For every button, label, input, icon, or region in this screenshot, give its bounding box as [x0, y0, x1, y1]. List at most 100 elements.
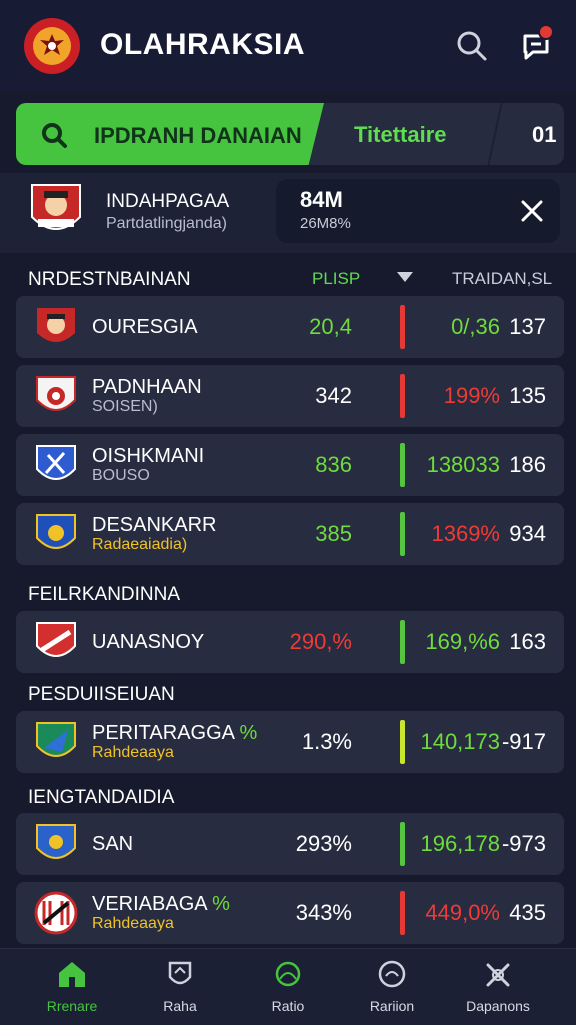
list-item[interactable]: PERITARAGGA % Rahdeaaya 1.3% 140,173 -91… [16, 711, 564, 773]
list-item[interactable]: VERIABAGA % Rahdeaaya 343% 449,0% 435 [16, 882, 564, 944]
garuda-icon [40, 34, 64, 55]
team-sub: Rahdeaaya [92, 744, 174, 761]
section-title: NRDESTNBAINAN [28, 269, 191, 290]
team-num: 435 [509, 900, 546, 925]
team-score: 1.3% [301, 729, 352, 754]
nav-home[interactable]: Rrenare [24, 959, 120, 1014]
section-title: FEILRKANDINNA [28, 584, 181, 605]
nav-rariion[interactable]: Rariion [344, 959, 440, 1014]
home-icon [59, 962, 85, 987]
team-name-suffix: % [239, 722, 258, 744]
search-button[interactable] [452, 26, 492, 66]
trend-bar [400, 822, 405, 866]
team-num: 137 [509, 314, 546, 339]
team-num: 186 [509, 452, 546, 477]
trend-bar [400, 374, 405, 418]
team-pct: 0/,36 [451, 314, 500, 339]
sort-chevron-icon[interactable] [396, 271, 414, 283]
tab-third[interactable]: 01 [532, 122, 556, 148]
team-pct: 140,173 [420, 729, 500, 754]
nav-label: Dapanons [466, 998, 530, 1014]
list-item[interactable]: PADNHAAN SOISEN) 342 199% 135 [16, 365, 564, 427]
team-crest-icon [36, 376, 76, 411]
list-item[interactable]: OISHKMANI BOUSO 836 138033 186 [16, 434, 564, 496]
list-item[interactable]: SAN 293% 196,178 -973 [16, 813, 564, 875]
search-icon [42, 123, 67, 148]
app-title: OLAHRAKSIA [100, 28, 305, 61]
list-item[interactable]: UANASNOY 290,% 169,%6 163 [16, 611, 564, 673]
trend-bar [400, 720, 405, 764]
featured-card[interactable]: INDAHPAGAA Partdatlingjanda) 84M 26M8% [0, 173, 576, 253]
tab-label: IPDRANH DANAIAN [94, 123, 302, 148]
team-pct: 449,0% [425, 900, 500, 925]
team-crest-icon [31, 184, 81, 230]
nav-ratio[interactable]: Ratio [240, 959, 336, 1014]
trend-bar [400, 305, 405, 349]
team-name: VERIABAGA % [92, 893, 230, 916]
team-crest-icon [36, 824, 76, 859]
team-score: 342 [315, 383, 352, 408]
list-item[interactable]: DESANKARR Radaeaiadia) 385 1369% 934 [16, 503, 564, 565]
search-icon [457, 31, 487, 61]
trend-bar [400, 891, 405, 935]
team-name-text: PERITARAGGA [92, 722, 234, 744]
team-sub: BOUSO [92, 467, 150, 484]
team-name: SAN [92, 833, 134, 855]
team-score: 343% [295, 900, 352, 925]
team-name: PERITARAGGA % [92, 722, 257, 745]
team-name: DESANKARR [92, 514, 217, 536]
team-sub: Radaeaiadia) [92, 536, 188, 553]
nav-label: Ratio [271, 998, 305, 1014]
trend-bar [400, 512, 405, 556]
team-name-text: VERIABAGA [92, 893, 207, 915]
nav-dapanons[interactable]: Dapanons [450, 959, 546, 1014]
close-button[interactable] [516, 195, 548, 227]
team-pct: 1369% [431, 521, 500, 546]
team-num: -973 [501, 831, 546, 856]
team-crest-icon [37, 308, 75, 342]
crossed-icon [486, 963, 510, 987]
team-name: PADNHAAN [92, 376, 202, 398]
team-score: 836 [315, 452, 352, 477]
trend-bar [400, 443, 405, 487]
tab-second[interactable]: Titettaire [354, 122, 447, 148]
team-num: -917 [501, 729, 546, 754]
team-num: 135 [509, 383, 546, 408]
team-score: 290,% [289, 629, 352, 654]
team-pct: 199% [443, 383, 500, 408]
column-trend[interactable]: TRAIDAN,SL [452, 269, 552, 289]
shield-icon [168, 961, 192, 985]
ball-icon [275, 961, 301, 987]
nav-label: Rariion [369, 998, 415, 1014]
close-icon [521, 200, 543, 222]
featured-subtitle: Partdatlingjanda) [106, 215, 227, 232]
team-crest-icon [34, 891, 78, 935]
team-num: 163 [509, 629, 546, 654]
nav-label: Rrenare [46, 998, 98, 1014]
team-pct: 169,%6 [425, 629, 500, 654]
featured-pct: 26M8% [300, 215, 351, 232]
list-item[interactable]: OURESGIA 20,4 0/,36 137 [16, 296, 564, 358]
tab-active[interactable]: IPDRANH DANAIAN [16, 103, 324, 165]
team-crest-icon [36, 514, 76, 549]
messages-button[interactable] [516, 24, 556, 66]
tab-divider [487, 103, 503, 165]
notification-dot [538, 24, 554, 40]
team-crest-icon [36, 622, 76, 657]
section-title: IENGTANDAIDIA [28, 787, 175, 808]
trend-bar [400, 620, 405, 664]
column-score[interactable]: PLISP [312, 269, 360, 289]
featured-name: INDAHPAGAA [106, 191, 230, 212]
team-name: UANASNOY [92, 631, 205, 653]
team-name-suffix: % [212, 893, 230, 915]
nav-raha[interactable]: Raha [132, 959, 228, 1014]
team-score: 20,4 [309, 314, 352, 339]
team-crest-icon [36, 445, 76, 480]
team-crest-icon [36, 722, 76, 757]
team-sub: Rahdeaaya [92, 915, 174, 932]
team-score: 385 [315, 521, 352, 546]
team-sub: SOISEN) [92, 398, 158, 415]
team-num: 934 [509, 521, 546, 546]
team-pct: 138033 [426, 452, 500, 477]
team-pct: 196,178 [420, 831, 500, 856]
